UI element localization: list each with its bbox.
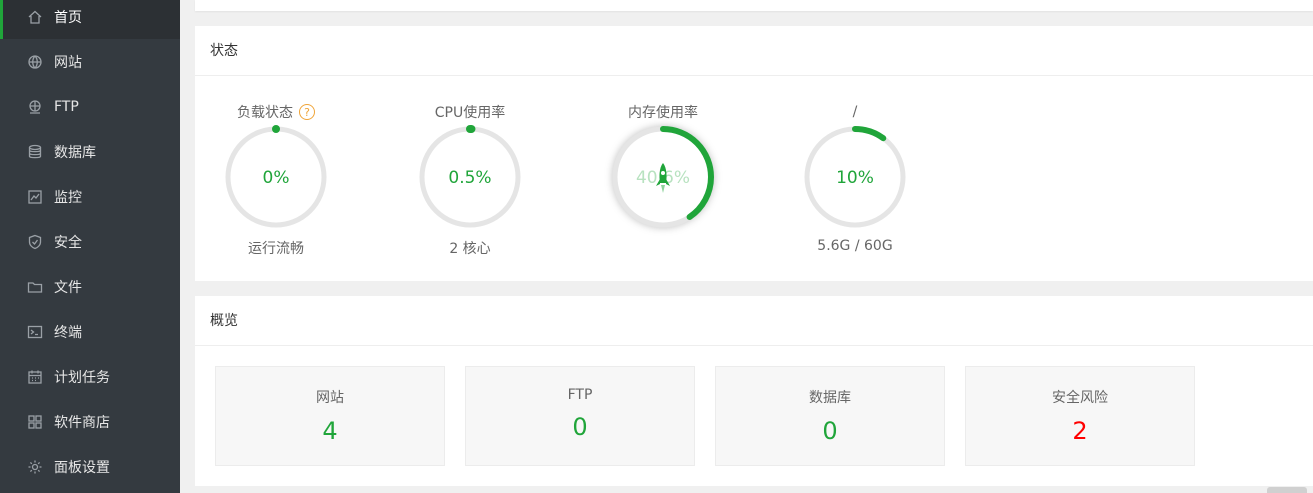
sidebar-item-label: 软件商店 xyxy=(54,414,110,431)
sidebar-item-settings[interactable]: 面板设置 xyxy=(0,444,180,489)
card-label: 网站 xyxy=(316,390,344,406)
sidebar-item-terminal[interactable]: 终端 xyxy=(0,309,180,354)
card-value: 4 xyxy=(322,417,338,445)
overview-card-ftp[interactable]: FTP 0 xyxy=(465,366,695,466)
scrollbar-thumb[interactable] xyxy=(1267,487,1307,493)
card-value: 2 xyxy=(1072,417,1088,445)
gauge-subtext: 5.6G / 60G xyxy=(817,238,893,254)
gauge-subtext: 运行流畅 xyxy=(248,241,304,257)
overview-card-website[interactable]: 网站 4 xyxy=(215,366,445,466)
sidebar-item-store[interactable]: 软件商店 xyxy=(0,399,180,444)
folder-icon xyxy=(27,279,43,295)
sidebar: 首页 网站 FTP 数据库 监控 安全 文件 终端 计划任务 软件商店 面板设置 xyxy=(0,0,180,493)
gauge-subtext: 2 核心 xyxy=(449,241,491,257)
gauge-value: 0.5% xyxy=(448,168,492,188)
status-panel: 状态 负载状态 ? 0% 运行流畅 CPU使用率 0.5% 2 核心 内存使用率 xyxy=(195,26,1313,281)
sidebar-item-website[interactable]: 网站 xyxy=(0,39,180,84)
gauge-value: 0% xyxy=(262,168,290,188)
status-title: 状态 xyxy=(195,26,1313,76)
sidebar-item-label: 安全 xyxy=(54,234,82,251)
overview-panel: 概览 网站 4 FTP 0 数据库 0 安全风险 2 xyxy=(195,296,1313,486)
gauge-label: 内存使用率 xyxy=(628,105,698,121)
overview-card-security-risk[interactable]: 安全风险 2 xyxy=(965,366,1195,466)
gauge-label: CPU使用率 xyxy=(434,105,506,121)
sidebar-item-label: 计划任务 xyxy=(54,369,110,386)
sidebar-item-database[interactable]: 数据库 xyxy=(0,129,180,174)
gauge-value: 10% xyxy=(836,168,874,188)
card-label: 安全风险 xyxy=(1052,390,1108,406)
sidebar-item-label: 数据库 xyxy=(54,144,96,161)
card-value: 0 xyxy=(822,417,838,445)
terminal-icon xyxy=(27,324,43,340)
ftp-icon xyxy=(27,99,43,115)
gauge-label: 负载状态 xyxy=(237,105,293,121)
sidebar-item-label: FTP xyxy=(54,98,79,115)
sidebar-item-security[interactable]: 安全 xyxy=(0,219,180,264)
card-label: FTP xyxy=(567,387,593,403)
overview-title: 概览 xyxy=(195,296,1313,346)
sidebar-item-label: 终端 xyxy=(54,324,82,341)
sidebar-item-monitor[interactable]: 监控 xyxy=(0,174,180,219)
sidebar-item-files[interactable]: 文件 xyxy=(0,264,180,309)
shield-icon xyxy=(27,234,43,250)
gear-icon xyxy=(27,459,43,475)
sidebar-item-cron[interactable]: 计划任务 xyxy=(0,354,180,399)
globe-icon xyxy=(27,54,43,70)
card-value: 0 xyxy=(572,413,588,441)
sidebar-item-label: 首页 xyxy=(54,9,82,26)
card-label: 数据库 xyxy=(809,390,851,406)
sidebar-item-label: 文件 xyxy=(54,279,82,296)
home-icon xyxy=(27,9,43,25)
monitor-icon xyxy=(27,189,43,205)
top-panel-strip xyxy=(195,0,1313,11)
apps-icon xyxy=(27,414,43,430)
sidebar-item-home[interactable]: 首页 xyxy=(0,0,180,39)
calendar-icon xyxy=(27,369,43,385)
sidebar-item-label: 网站 xyxy=(54,54,82,71)
sidebar-item-label: 监控 xyxy=(54,189,82,206)
overview-card-database[interactable]: 数据库 0 xyxy=(715,366,945,466)
rocket-icon[interactable] xyxy=(655,163,671,197)
sidebar-item-ftp[interactable]: FTP xyxy=(0,84,180,129)
help-icon[interactable]: ? xyxy=(299,104,315,120)
gauge-label: / xyxy=(852,104,858,120)
sidebar-item-label: 面板设置 xyxy=(54,459,110,476)
database-icon xyxy=(27,144,43,160)
